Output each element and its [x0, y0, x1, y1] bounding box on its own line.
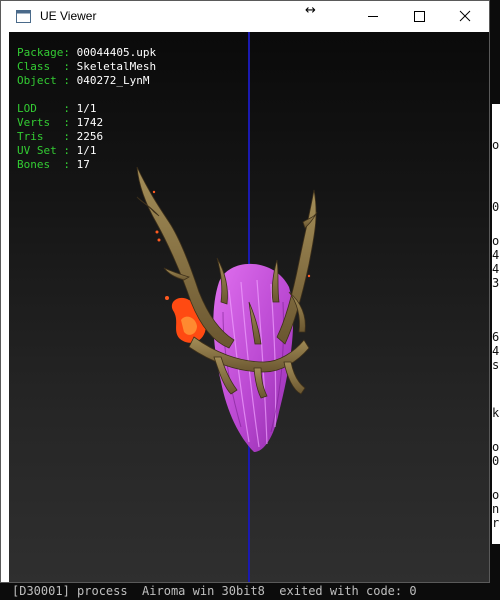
app-window-icon: [16, 10, 31, 23]
console-char: 0: [492, 200, 500, 214]
3d-viewport[interactable]: Package: 00044405.upk Class : SkeletalMe…: [9, 32, 489, 582]
console-char: 6: [492, 330, 500, 344]
skeletal-mesh-model: [136, 166, 318, 452]
console-char: 4: [492, 344, 500, 358]
title-bar[interactable]: UE Viewer ↔: [1, 1, 489, 32]
console-char: n: [492, 502, 500, 516]
console-char: 4: [492, 248, 500, 262]
console-char: o: [492, 234, 500, 248]
close-icon: [459, 10, 471, 22]
close-button[interactable]: [442, 1, 488, 32]
resize-cursor-icon: ↔: [305, 3, 316, 18]
console-char: o: [492, 440, 500, 454]
console-char: 0: [492, 454, 500, 468]
console-char: o: [492, 138, 500, 152]
minimize-icon: [368, 16, 378, 17]
console-char: k: [492, 406, 500, 420]
console-char: r: [492, 516, 500, 530]
console-bottom-line: [D30001] process Airoma win 30bit8 exite…: [0, 583, 500, 600]
console-char: 3: [492, 276, 500, 290]
window-title: UE Viewer: [40, 9, 97, 23]
console-char: o: [492, 488, 500, 502]
console-scroll-area: [492, 104, 500, 544]
minimize-button[interactable]: [350, 1, 396, 32]
ue-viewer-window: UE Viewer ↔ Package: 00044405.upk Class …: [0, 0, 490, 583]
maximize-button[interactable]: [396, 1, 442, 32]
console-char: 4: [492, 262, 500, 276]
console-char: s: [492, 358, 500, 372]
maximize-icon: [414, 11, 425, 22]
